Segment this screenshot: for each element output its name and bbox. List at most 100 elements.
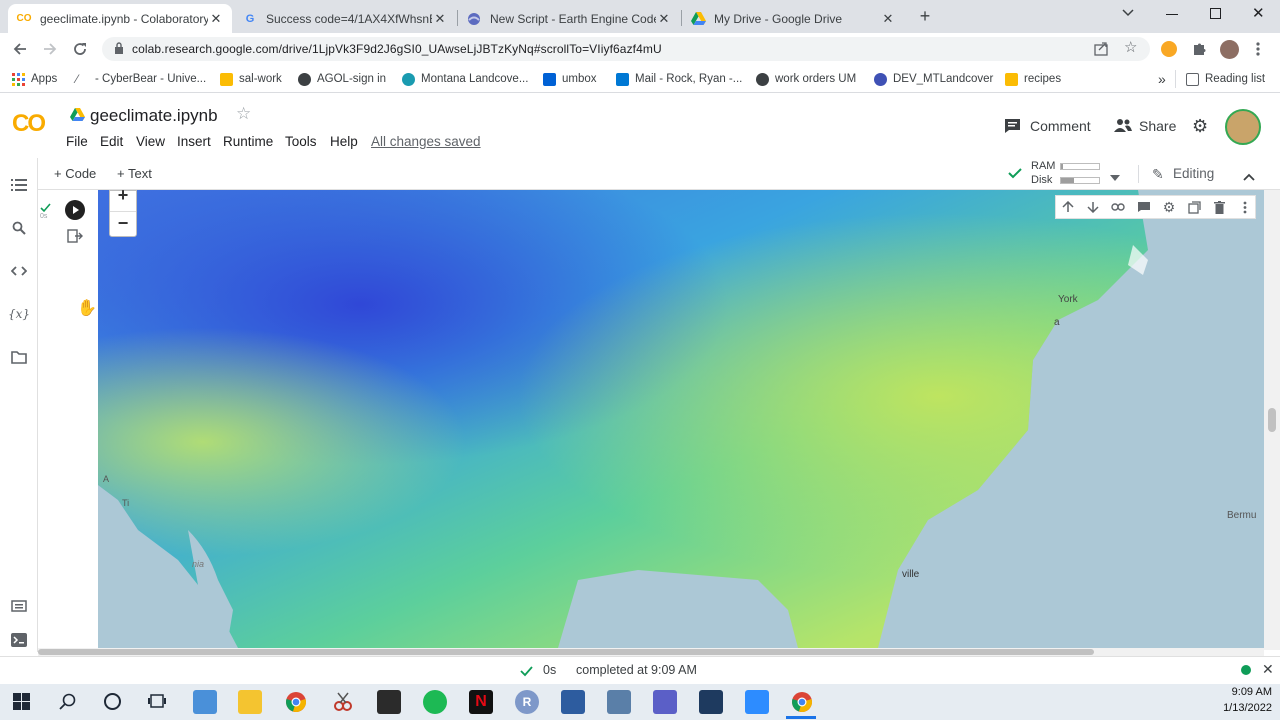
close-status-icon[interactable]: ✕	[1262, 661, 1274, 678]
bookmark-recipes[interactable]: recipes	[1005, 71, 1061, 87]
star-icon[interactable]: ☆	[236, 104, 251, 124]
add-text-button[interactable]: + Text	[117, 166, 152, 181]
cortana-icon[interactable]	[104, 693, 121, 710]
run-cell-button[interactable]	[65, 200, 85, 220]
resources-dropdown-icon[interactable]	[1110, 168, 1122, 181]
snipping-tool-icon[interactable]	[331, 690, 355, 714]
tab-search-icon[interactable]	[1122, 8, 1136, 22]
bookmark-montana-landcover[interactable]: Montana Landcove...	[402, 71, 528, 87]
zoom-icon[interactable]	[745, 690, 769, 714]
link-icon[interactable]	[1110, 199, 1126, 215]
teams-icon[interactable]	[653, 690, 677, 714]
bookmark-work-orders[interactable]: work orders UM	[756, 71, 856, 87]
terminal-icon[interactable]	[10, 631, 28, 649]
netflix-icon[interactable]: N	[469, 690, 493, 714]
profile-avatar[interactable]	[1220, 40, 1239, 59]
move-cell-down-icon[interactable]	[1085, 199, 1101, 215]
back-icon[interactable]	[10, 39, 30, 59]
settings-gear-icon[interactable]: ⚙	[1192, 117, 1210, 135]
reload-icon[interactable]	[70, 39, 90, 59]
minimize-icon[interactable]	[1166, 14, 1178, 15]
mirror-cell-icon[interactable]	[1186, 199, 1202, 215]
chrome-icon[interactable]	[284, 690, 308, 714]
close-window-icon[interactable]: ✕	[1252, 4, 1266, 22]
menu-tools[interactable]: Tools	[285, 134, 317, 149]
bookmark-agol[interactable]: AGOL-sign in	[298, 71, 386, 87]
menu-file[interactable]: File	[66, 134, 88, 149]
menu-edit[interactable]: Edit	[100, 134, 123, 149]
table-of-contents-icon[interactable]	[10, 176, 28, 194]
more-bookmarks-icon[interactable]: »	[1158, 71, 1166, 87]
more-cell-actions-icon[interactable]	[1237, 199, 1253, 215]
file-explorer-icon[interactable]	[238, 690, 262, 714]
files-folder-icon[interactable]	[10, 348, 28, 366]
comment-button[interactable]: Comment	[1030, 118, 1091, 134]
horizontal-scroll-thumb[interactable]	[38, 649, 1094, 655]
taskbar-time[interactable]: 9:09 AM	[1222, 686, 1272, 698]
close-tab-icon[interactable]: ✕	[880, 11, 896, 27]
calculator-icon[interactable]	[193, 690, 217, 714]
share-page-icon[interactable]	[1094, 41, 1110, 57]
reading-list-button[interactable]: Reading list	[1186, 71, 1265, 87]
browser-tab-earth-engine[interactable]: New Script - Earth Engine Code E ✕	[458, 4, 680, 33]
bookmark-sal-work[interactable]: sal-work	[220, 71, 282, 87]
forward-icon[interactable]	[40, 39, 60, 59]
new-tab-button[interactable]: +	[914, 6, 936, 26]
account-avatar[interactable]	[1225, 109, 1261, 145]
horizontal-scrollbar[interactable]	[38, 648, 1264, 656]
zoom-out-button[interactable]: −	[110, 211, 136, 233]
r-icon[interactable]: R	[515, 690, 539, 714]
menu-insert[interactable]: Insert	[177, 134, 211, 149]
extension-icon[interactable]	[1161, 41, 1177, 57]
close-tab-icon[interactable]: ✕	[432, 11, 448, 27]
collapse-header-icon[interactable]	[1243, 168, 1257, 181]
browser-tab-colab[interactable]: CO geeclimate.ipynb - Colaboratory ✕	[8, 4, 232, 33]
editing-mode-button[interactable]: Editing	[1173, 166, 1214, 181]
restore-icon[interactable]	[1210, 8, 1221, 19]
menu-runtime[interactable]: Runtime	[223, 134, 273, 149]
share-button[interactable]: Share	[1139, 118, 1176, 134]
bookmark-apps[interactable]: Apps	[12, 71, 57, 87]
close-tab-icon[interactable]: ✕	[208, 11, 224, 27]
browser-tab-drive[interactable]: My Drive - Google Drive ✕	[682, 4, 904, 33]
taskbar-search-icon[interactable]	[59, 693, 77, 711]
add-code-button[interactable]: + Code	[54, 166, 96, 181]
bookmark-cyberbear[interactable]: ⁄ - CyberBear - Unive...	[76, 71, 206, 87]
extensions-puzzle-icon[interactable]	[1192, 41, 1208, 57]
search-icon[interactable]	[10, 219, 28, 237]
output-actions-icon[interactable]	[67, 228, 83, 244]
lock-icon[interactable]	[114, 42, 124, 55]
webex-icon[interactable]	[699, 690, 723, 714]
code-snippets-icon[interactable]	[10, 262, 28, 280]
drive-icon[interactable]	[70, 108, 86, 122]
vertical-scrollbar[interactable]	[1264, 190, 1280, 650]
sticky-notes-icon[interactable]	[377, 690, 401, 714]
browser-menu-icon[interactable]	[1256, 41, 1262, 57]
climate-map[interactable]	[98, 190, 1264, 648]
zoom-in-button[interactable]: +	[110, 185, 136, 205]
variables-icon[interactable]: {x}	[8, 305, 30, 323]
windows-start-icon[interactable]	[13, 693, 31, 711]
bookmark-star-icon[interactable]: ☆	[1124, 40, 1140, 56]
status-completed-text[interactable]: completed at 9:09 AM	[576, 663, 697, 677]
notebook-title[interactable]: geeclimate.ipynb	[90, 106, 218, 126]
taskbar-date[interactable]: 1/13/2022	[1212, 702, 1272, 714]
menu-view[interactable]: View	[136, 134, 165, 149]
bookmark-dev-mtlandcover[interactable]: DEV_MTLandcover	[874, 71, 993, 87]
move-cell-up-icon[interactable]	[1060, 199, 1076, 215]
chrome-icon[interactable]	[790, 690, 814, 714]
browser-tab-success[interactable]: G Success code=4/1AX4XfWhsnEL ✕	[234, 4, 456, 33]
bookmark-umbox[interactable]: umbox	[543, 71, 597, 87]
remote-app-icon[interactable]	[561, 690, 585, 714]
spotify-icon[interactable]	[423, 690, 447, 714]
task-view-icon[interactable]	[148, 692, 167, 711]
close-tab-icon[interactable]: ✕	[656, 11, 672, 27]
vertical-scroll-thumb[interactable]	[1268, 408, 1276, 432]
comment-cell-icon[interactable]	[1136, 199, 1152, 215]
delete-cell-icon[interactable]	[1211, 199, 1227, 215]
colab-logo[interactable]: CO	[12, 110, 46, 138]
cell-settings-gear-icon[interactable]: ⚙	[1161, 199, 1177, 215]
menu-help[interactable]: Help	[330, 134, 358, 149]
bookmark-mail[interactable]: Mail - Rock, Ryan -...	[616, 71, 742, 87]
command-palette-icon[interactable]	[10, 597, 28, 615]
